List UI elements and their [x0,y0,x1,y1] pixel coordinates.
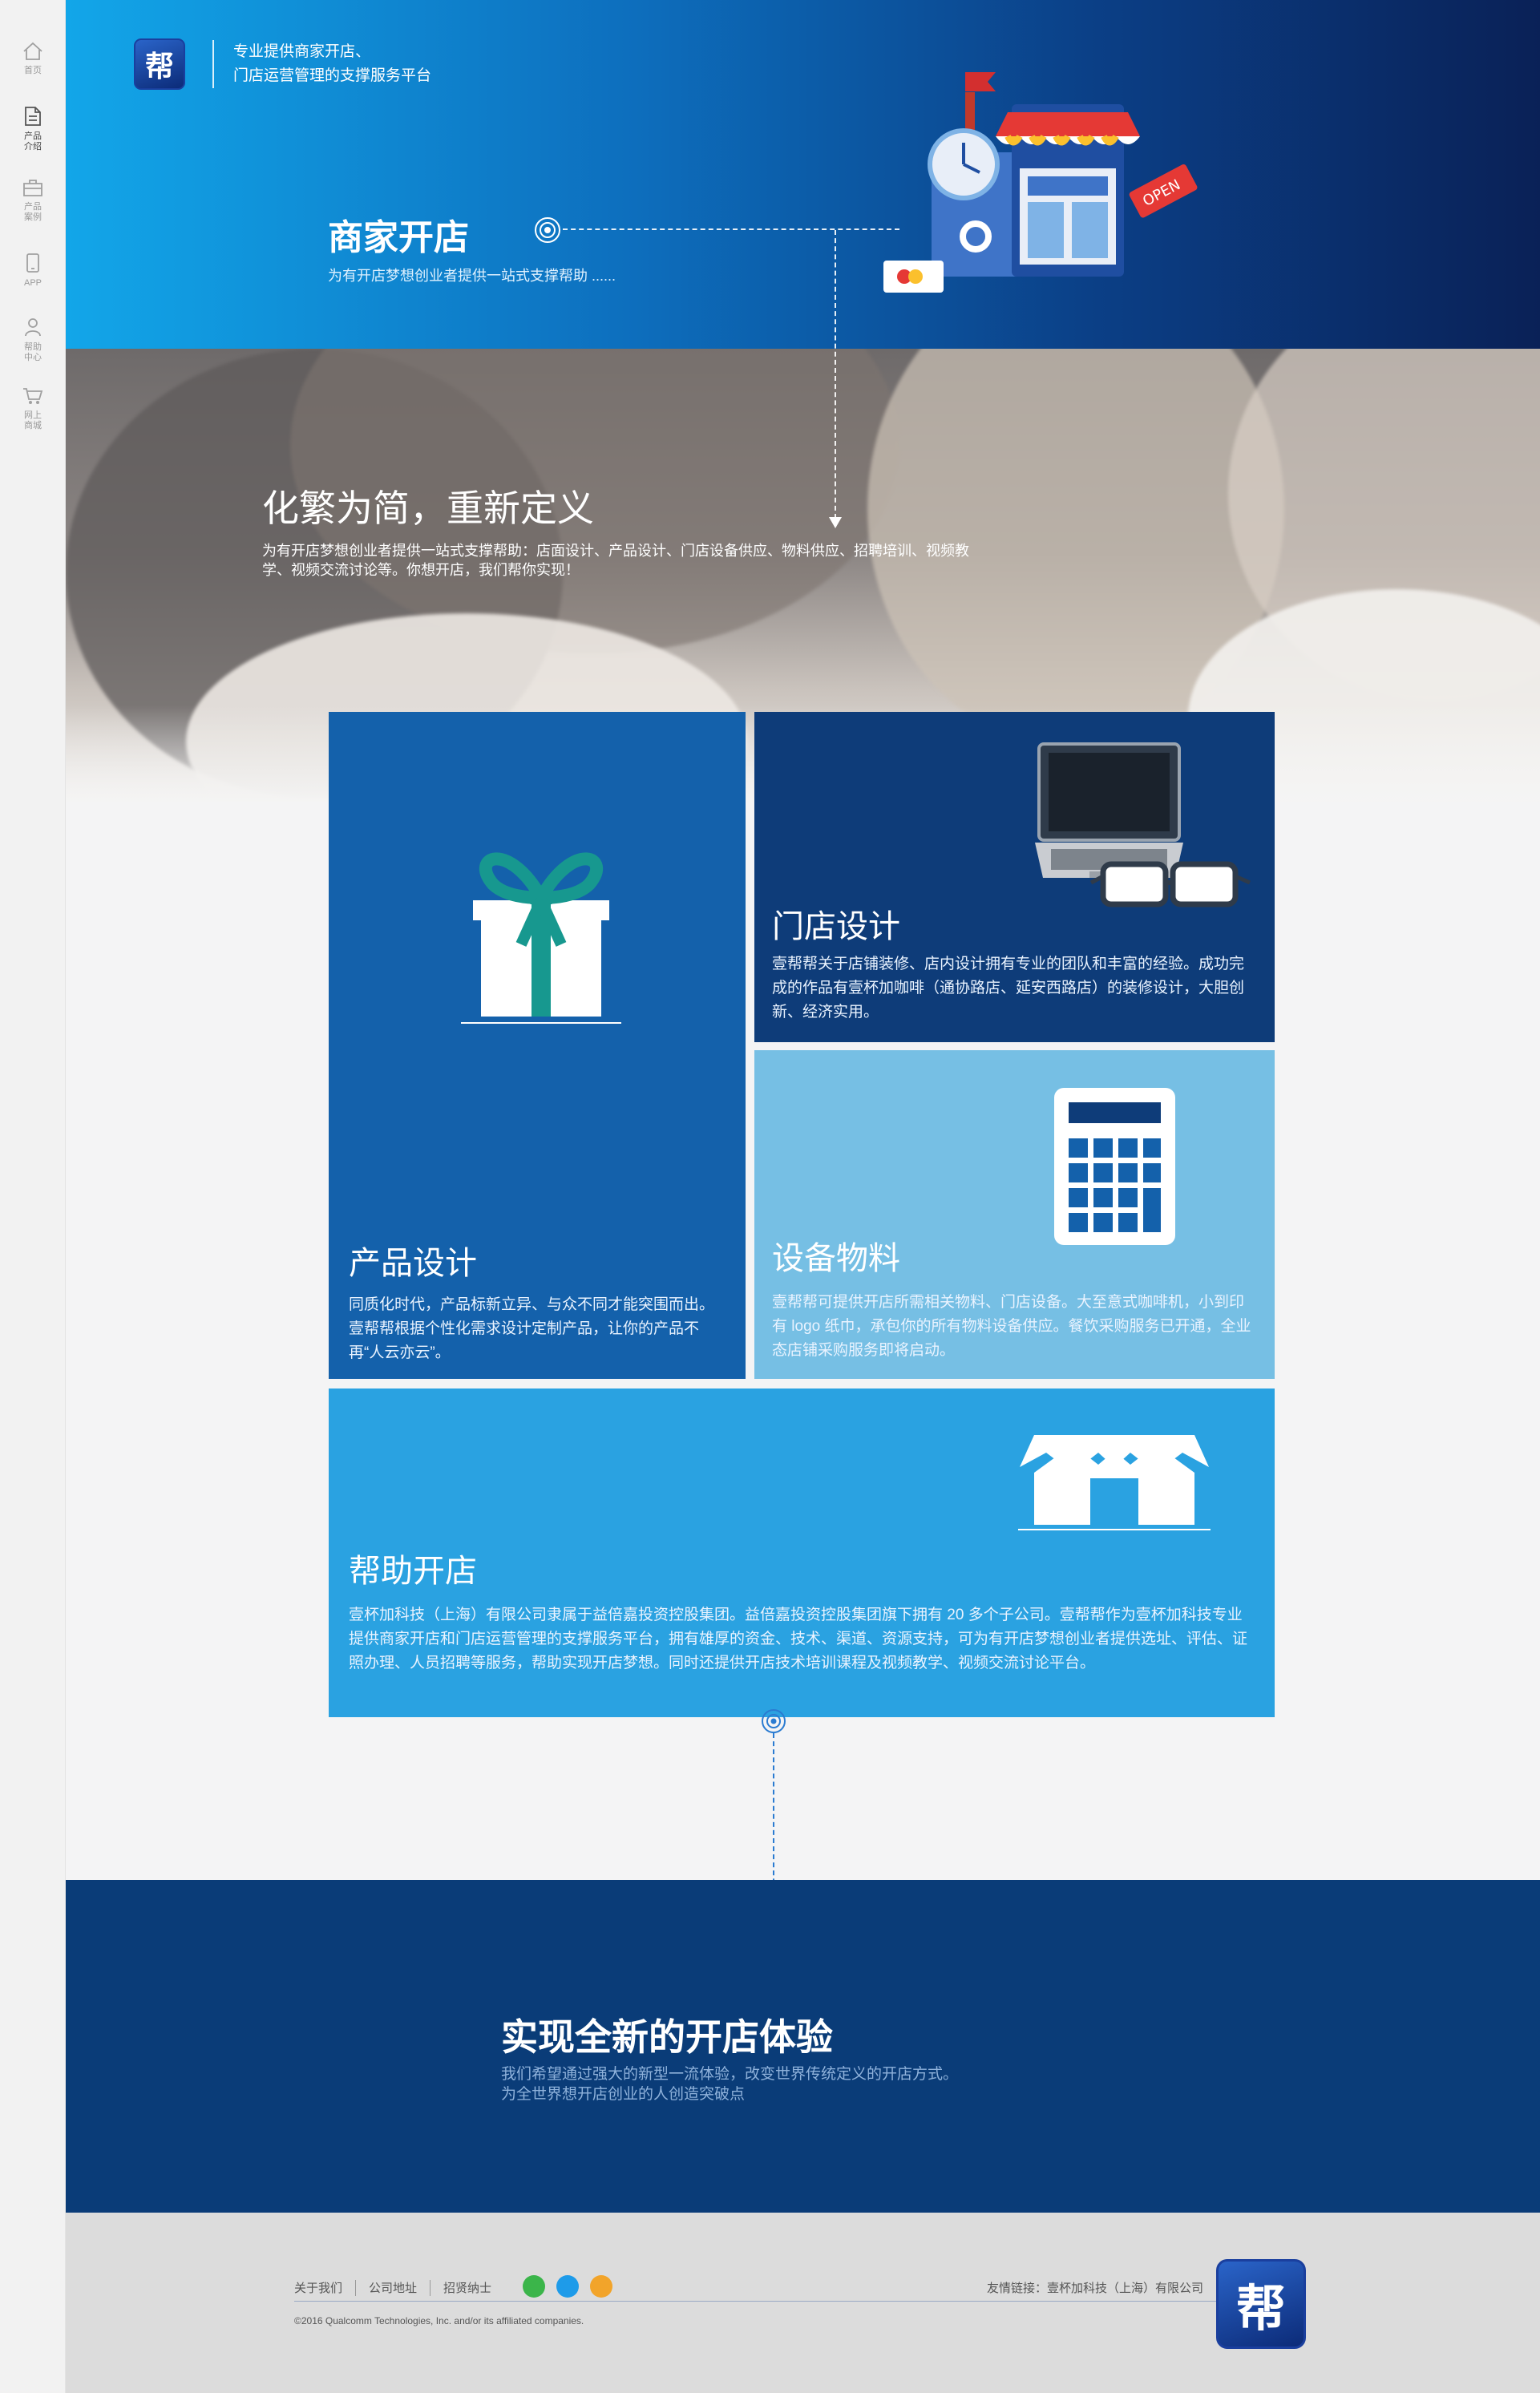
friend-link[interactable]: 友情链接：壹杯加科技（上海）有限公司 [987,2279,1203,2296]
sidebar-item-cases[interactable]: 产品案例 [0,178,66,223]
footer-link-about[interactable]: 关于我们 [294,2279,342,2296]
hero-header: 帮 专业提供商家开店、 门店运营管理的支撑服务平台 商家开店 为有开店梦想创业者… [66,0,1540,349]
tile-help-open-store[interactable]: 帮助开店 壹杯加科技（上海）有限公司隶属于益倍嘉投资控股集团。益倍嘉投资控股集团… [329,1389,1275,1717]
page-title: 商家开店 [328,218,469,257]
sidebar-item-help[interactable]: 帮助中心 [0,317,66,363]
left-sidebar: 首页 产品介绍 产品案例 APP 帮助中心 网上商城 [0,0,66,2393]
connector-line [563,228,899,230]
tile-description: 同质化时代，产品标新立异、与众不同才能突围而出。壹帮帮根据个性化需求设计定制产品… [349,1296,715,1361]
tile-title: 门店设计 [772,909,900,944]
mobile-icon [26,253,39,273]
tile-description: 壹杯加科技（上海）有限公司隶属于益倍嘉投资控股集团。益倍嘉投资控股集团旗下拥有 … [349,1607,1248,1671]
page-subtitle: 为有开店梦想创业者提供一站式支撑帮助 ...... [328,268,616,284]
sidebar-item-label: 产品介绍 [24,131,42,152]
target-icon [535,217,560,243]
sidebar-item-app[interactable]: APP [0,253,66,289]
tile-title: 产品设计 [349,1246,477,1281]
sidebar-item-label: 产品案例 [24,202,42,222]
brand-logo[interactable]: 帮 [134,38,185,90]
divider [355,2279,357,2296]
brand-tagline: 专业提供商家开店、 门店运营管理的支撑服务平台 [233,43,432,84]
footer-link-address[interactable]: 公司地址 [369,2279,417,2296]
gift-icon [461,852,621,1024]
user-icon [25,318,41,337]
divider [294,2301,1268,2302]
banner-text: 为有开店梦想创业者提供一站式支撑帮助：店面设计、产品设计、门店设备供应、物料供应… [262,543,969,578]
sidebar-item-products[interactable]: 产品介绍 [0,106,66,152]
tile-description: 壹帮帮关于店铺装修、店内设计拥有专业的团队和丰富的经验。成功完成的作品有壹杯加咖… [772,956,1245,1021]
connector-line [835,230,836,519]
sidebar-item-label: 帮助中心 [24,342,42,362]
copyright: ©2016 Qualcomm Technologies, Inc. and/or… [294,2315,584,2326]
calculator-icon [1054,1088,1175,1245]
sidebar-item-home[interactable]: 首页 [0,42,66,76]
tile-title: 设备物料 [772,1241,900,1276]
banner-title: 化繁为简，重新定义 [262,487,594,529]
wechat-icon[interactable] [523,2275,545,2298]
sidebar-item-label: APP [23,278,42,288]
document-icon [25,107,41,126]
shop-illustration-icon: OPEN [883,72,1198,293]
cart-icon [23,388,43,404]
target-icon [762,1709,786,1733]
footer-logo[interactable]: 帮 [1216,2259,1306,2349]
sidebar-item-label: 网上商城 [24,410,42,430]
experience-section: 实现全新的开店体验 我们希望通过强大的新型一流体验，改变世界传统定义的开店方式。… [66,1880,1540,2213]
home-icon [23,42,42,60]
weibo-icon[interactable] [590,2275,612,2298]
shop-house-icon [1018,1435,1211,1530]
sidebar-item-mall[interactable]: 网上商城 [0,386,66,431]
experience-text: 我们希望通过强大的新型一流体验，改变世界传统定义的开店方式。 为全世界想开店创业… [501,2066,959,2103]
footer-links: 关于我们 公司地址 招贤纳士 [294,2279,491,2296]
social-links [523,2275,612,2298]
footer: 关于我们 公司地址 招贤纳士 友情链接：壹杯加科技（上海）有限公司 ©2016 … [66,2213,1540,2393]
experience-title: 实现全新的开店体验 [501,2016,833,2058]
tile-equipment[interactable]: 设备物料 壹帮帮可提供开店所需相关物料、门店设备。大至意式咖啡机，小到印有 lo… [754,1050,1275,1379]
briefcase-icon [23,180,42,196]
logo-divider [212,40,214,88]
tile-title: 帮助开店 [349,1554,477,1589]
sidebar-item-label: 首页 [24,66,42,75]
footer-link-jobs[interactable]: 招贤纳士 [443,2279,491,2296]
tile-product-design[interactable]: 产品设计 同质化时代，产品标新立异、与众不同才能突围而出。壹帮帮根据个性化需求设… [329,712,746,1379]
qq-icon[interactable] [556,2275,579,2298]
laptop-glasses-icon [1035,742,1251,907]
arrow-down-icon [829,517,842,528]
tile-description: 壹帮帮可提供开店所需相关物料、门店设备。大至意式咖啡机，小到印有 logo 纸巾… [772,1294,1251,1359]
tile-store-design[interactable]: 门店设计 壹帮帮关于店铺装修、店内设计拥有专业的团队和丰富的经验。成功完成的作品… [754,712,1275,1042]
